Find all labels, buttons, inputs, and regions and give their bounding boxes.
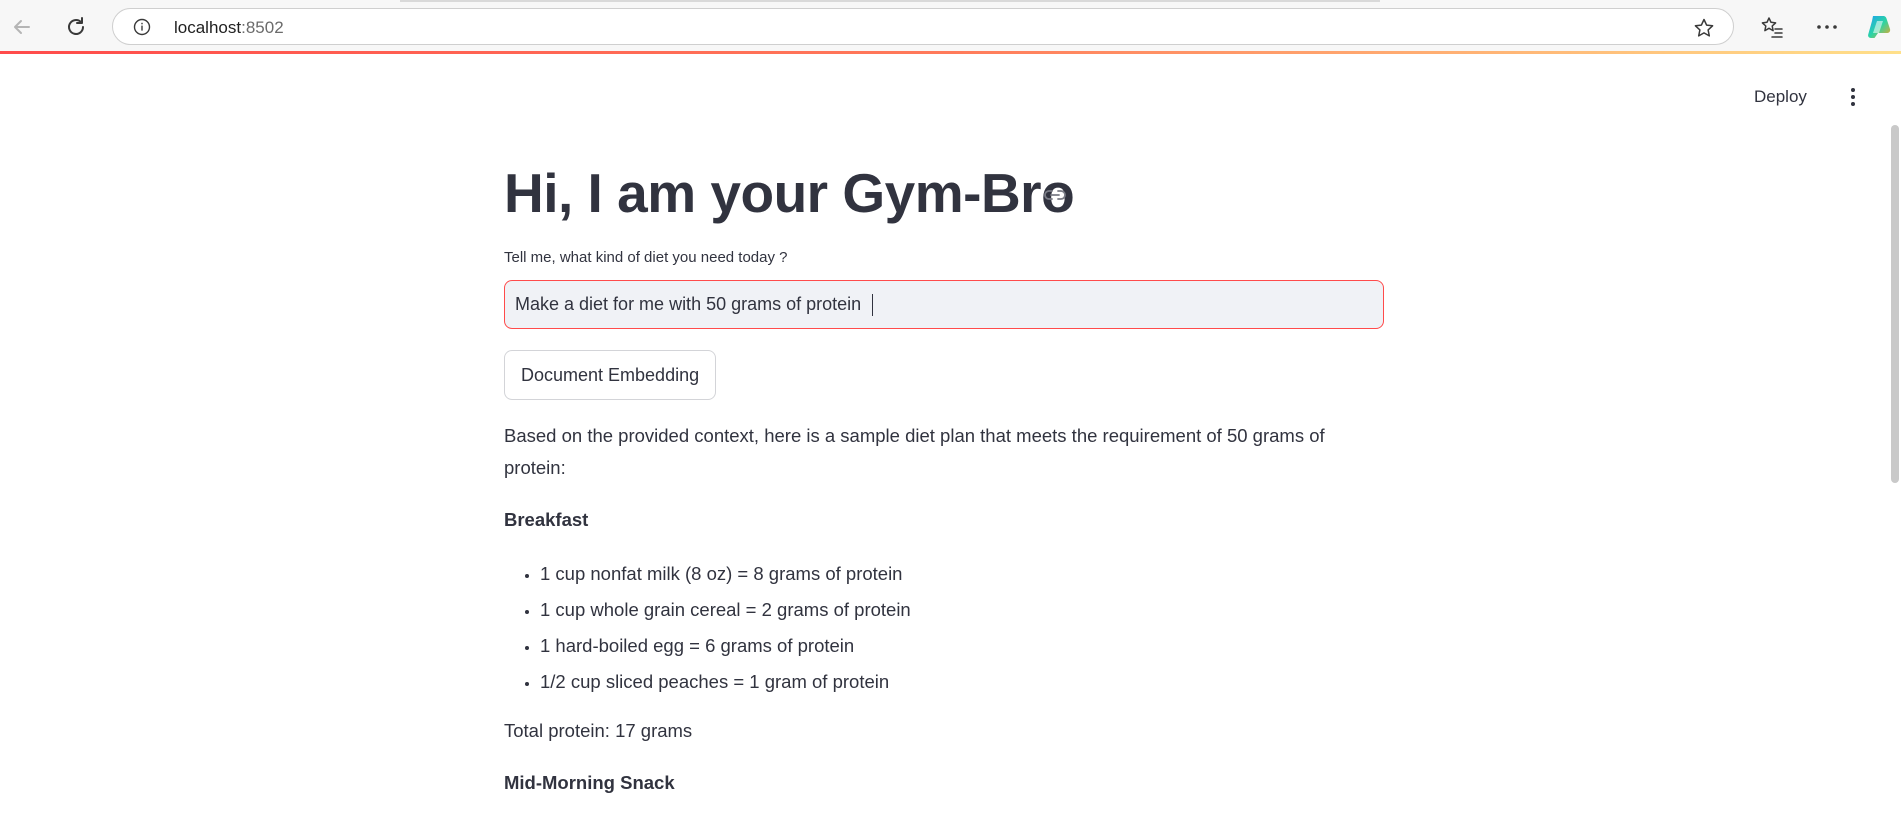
copilot-icon	[1868, 16, 1891, 38]
link-icon[interactable]	[1042, 185, 1068, 205]
breakfast-heading: Breakfast	[504, 509, 589, 530]
reload-button[interactable]	[59, 10, 93, 44]
back-arrow-icon	[14, 20, 30, 34]
breakfast-list: 1 cup nonfat milk (8 oz) = 8 grams of pr…	[504, 556, 1384, 700]
more-icon	[1817, 25, 1837, 29]
list-item: 1 hard-boiled egg = 6 grams of protein	[540, 628, 1384, 664]
kebab-menu-icon[interactable]	[1846, 86, 1860, 108]
diet-input-label: Tell me, what kind of diet you need toda…	[504, 249, 788, 266]
total-protein: Total protein: 17 grams	[504, 720, 693, 741]
url-text[interactable]: localhost:8502	[174, 18, 284, 38]
list-item: 1/2 cup sliced peaches = 1 gram of prote…	[540, 664, 1384, 700]
tab-strip-edge	[400, 0, 1380, 2]
address-bar[interactable]: localhost:8502	[112, 8, 1734, 45]
url-host: localhost	[174, 18, 242, 37]
list-item: 1 cup whole grain cereal = 2 grams of pr…	[540, 592, 1384, 628]
reload-icon	[68, 17, 84, 35]
diet-answer: Based on the provided context, here is a…	[504, 420, 1384, 819]
diet-query-input[interactable]	[504, 280, 1384, 329]
copilot-button[interactable]	[1864, 13, 1892, 41]
page-scrollbar[interactable]	[1891, 125, 1899, 483]
more-button[interactable]	[1813, 13, 1841, 41]
list-item: 1 cup nonfat milk (8 oz) = 8 grams of pr…	[540, 556, 1384, 592]
deploy-button[interactable]: Deploy	[1754, 84, 1807, 110]
text-caret	[872, 294, 873, 316]
star-icon[interactable]	[1693, 17, 1715, 39]
browser-toolbar: localhost:8502	[0, 0, 1901, 52]
answer-intro: Based on the provided context, here is a…	[504, 425, 1325, 478]
page-title: Hi, I am your Gym-Bro	[504, 162, 1075, 224]
info-icon[interactable]	[133, 18, 151, 36]
snack-heading: Mid-Morning Snack	[504, 772, 675, 793]
document-embedding-button[interactable]: Document Embedding	[504, 350, 717, 400]
url-port: :8502	[241, 18, 284, 37]
favorites-icon	[1761, 17, 1783, 38]
app-decoration-bar	[0, 51, 1901, 54]
favorites-button[interactable]	[1758, 13, 1786, 41]
back-button[interactable]	[5, 10, 39, 44]
